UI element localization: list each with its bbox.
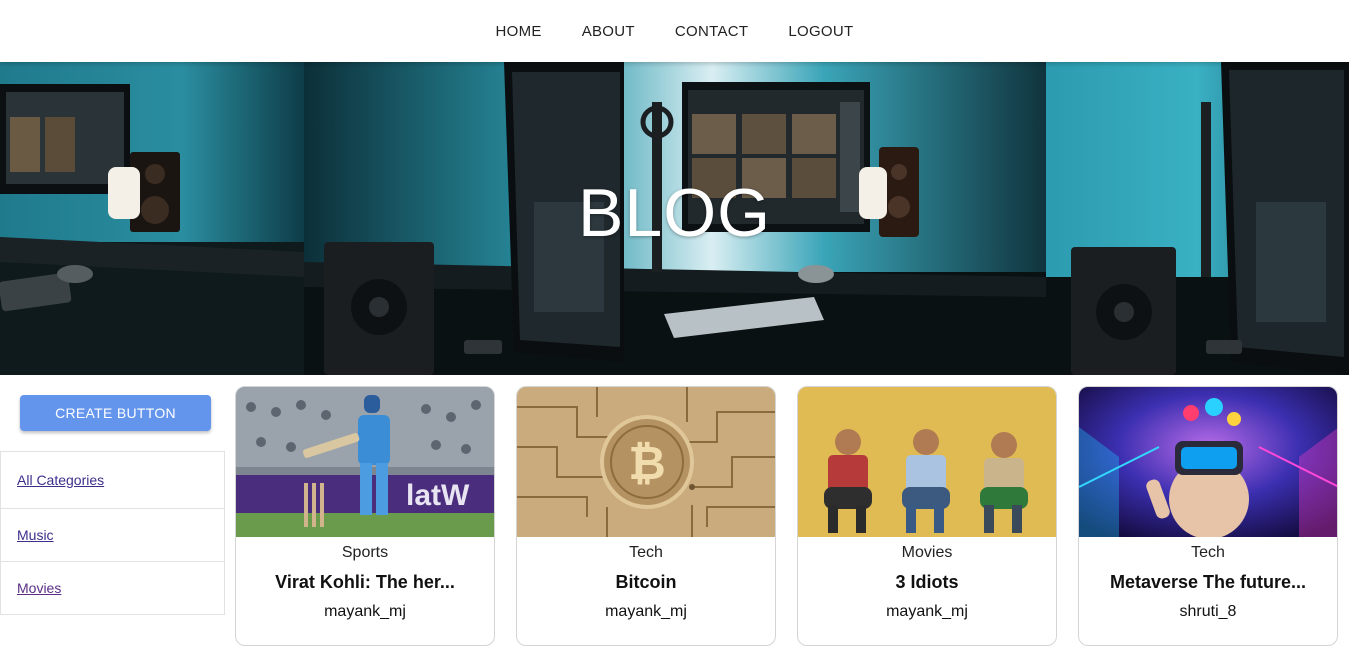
post-category: Sports — [341, 544, 389, 561]
category-link-movies[interactable]: Movies — [17, 580, 61, 596]
create-post-button[interactable]: CREATE BUTTON — [20, 395, 211, 431]
nav-contact-link[interactable]: CONTACT — [675, 23, 748, 40]
three-idiots-poster-image — [798, 387, 1056, 537]
post-title: Bitcoin — [615, 572, 677, 592]
post-card[interactable]: Movies 3 Idiots mayank_mj — [797, 386, 1057, 646]
vr-headset-neon-image — [1079, 387, 1337, 537]
category-table: All Categories Music Movies — [0, 451, 225, 615]
nav-home-link[interactable]: HOME — [495, 23, 541, 40]
top-navbar: HOME ABOUT CONTACT LOGOUT — [0, 0, 1349, 62]
category-link-music[interactable]: Music — [17, 527, 54, 543]
post-author: mayank_mj — [324, 603, 406, 620]
nav-about-link[interactable]: ABOUT — [582, 23, 635, 40]
category-link-all[interactable]: All Categories — [17, 472, 104, 488]
svg-text:latW: latW — [406, 479, 470, 512]
post-category: Tech — [629, 544, 663, 561]
post-card[interactable]: ₿ Tech Bitcoin mayank_mj — [516, 386, 776, 646]
nav-logout-link[interactable]: LOGOUT — [788, 23, 853, 40]
bitcoin-circuit-image: ₿ — [517, 387, 775, 537]
post-card[interactable]: latW Sports Virat Kohli: The her... maya… — [235, 386, 495, 646]
category-row: Music — [1, 509, 224, 562]
post-category: Movies — [901, 544, 953, 561]
post-author: mayank_mj — [605, 603, 687, 620]
post-title: Metaverse The future... — [1109, 572, 1307, 592]
svg-text:₿: ₿ — [628, 436, 666, 490]
post-author: mayank_mj — [886, 603, 968, 620]
post-card[interactable]: Tech Metaverse The future... shruti_8 — [1078, 386, 1338, 646]
cricket-batsman-image: latW — [236, 387, 494, 537]
post-title: Virat Kohli: The her... — [275, 572, 455, 592]
post-title: 3 Idiots — [895, 572, 959, 592]
hero-banner: BLOG — [0, 62, 1349, 375]
category-row: All Categories — [1, 452, 224, 509]
category-row: Movies — [1, 562, 224, 615]
post-author: shruti_8 — [1179, 603, 1237, 620]
post-category: Tech — [1191, 544, 1225, 561]
banner-title: BLOG — [578, 175, 771, 251]
